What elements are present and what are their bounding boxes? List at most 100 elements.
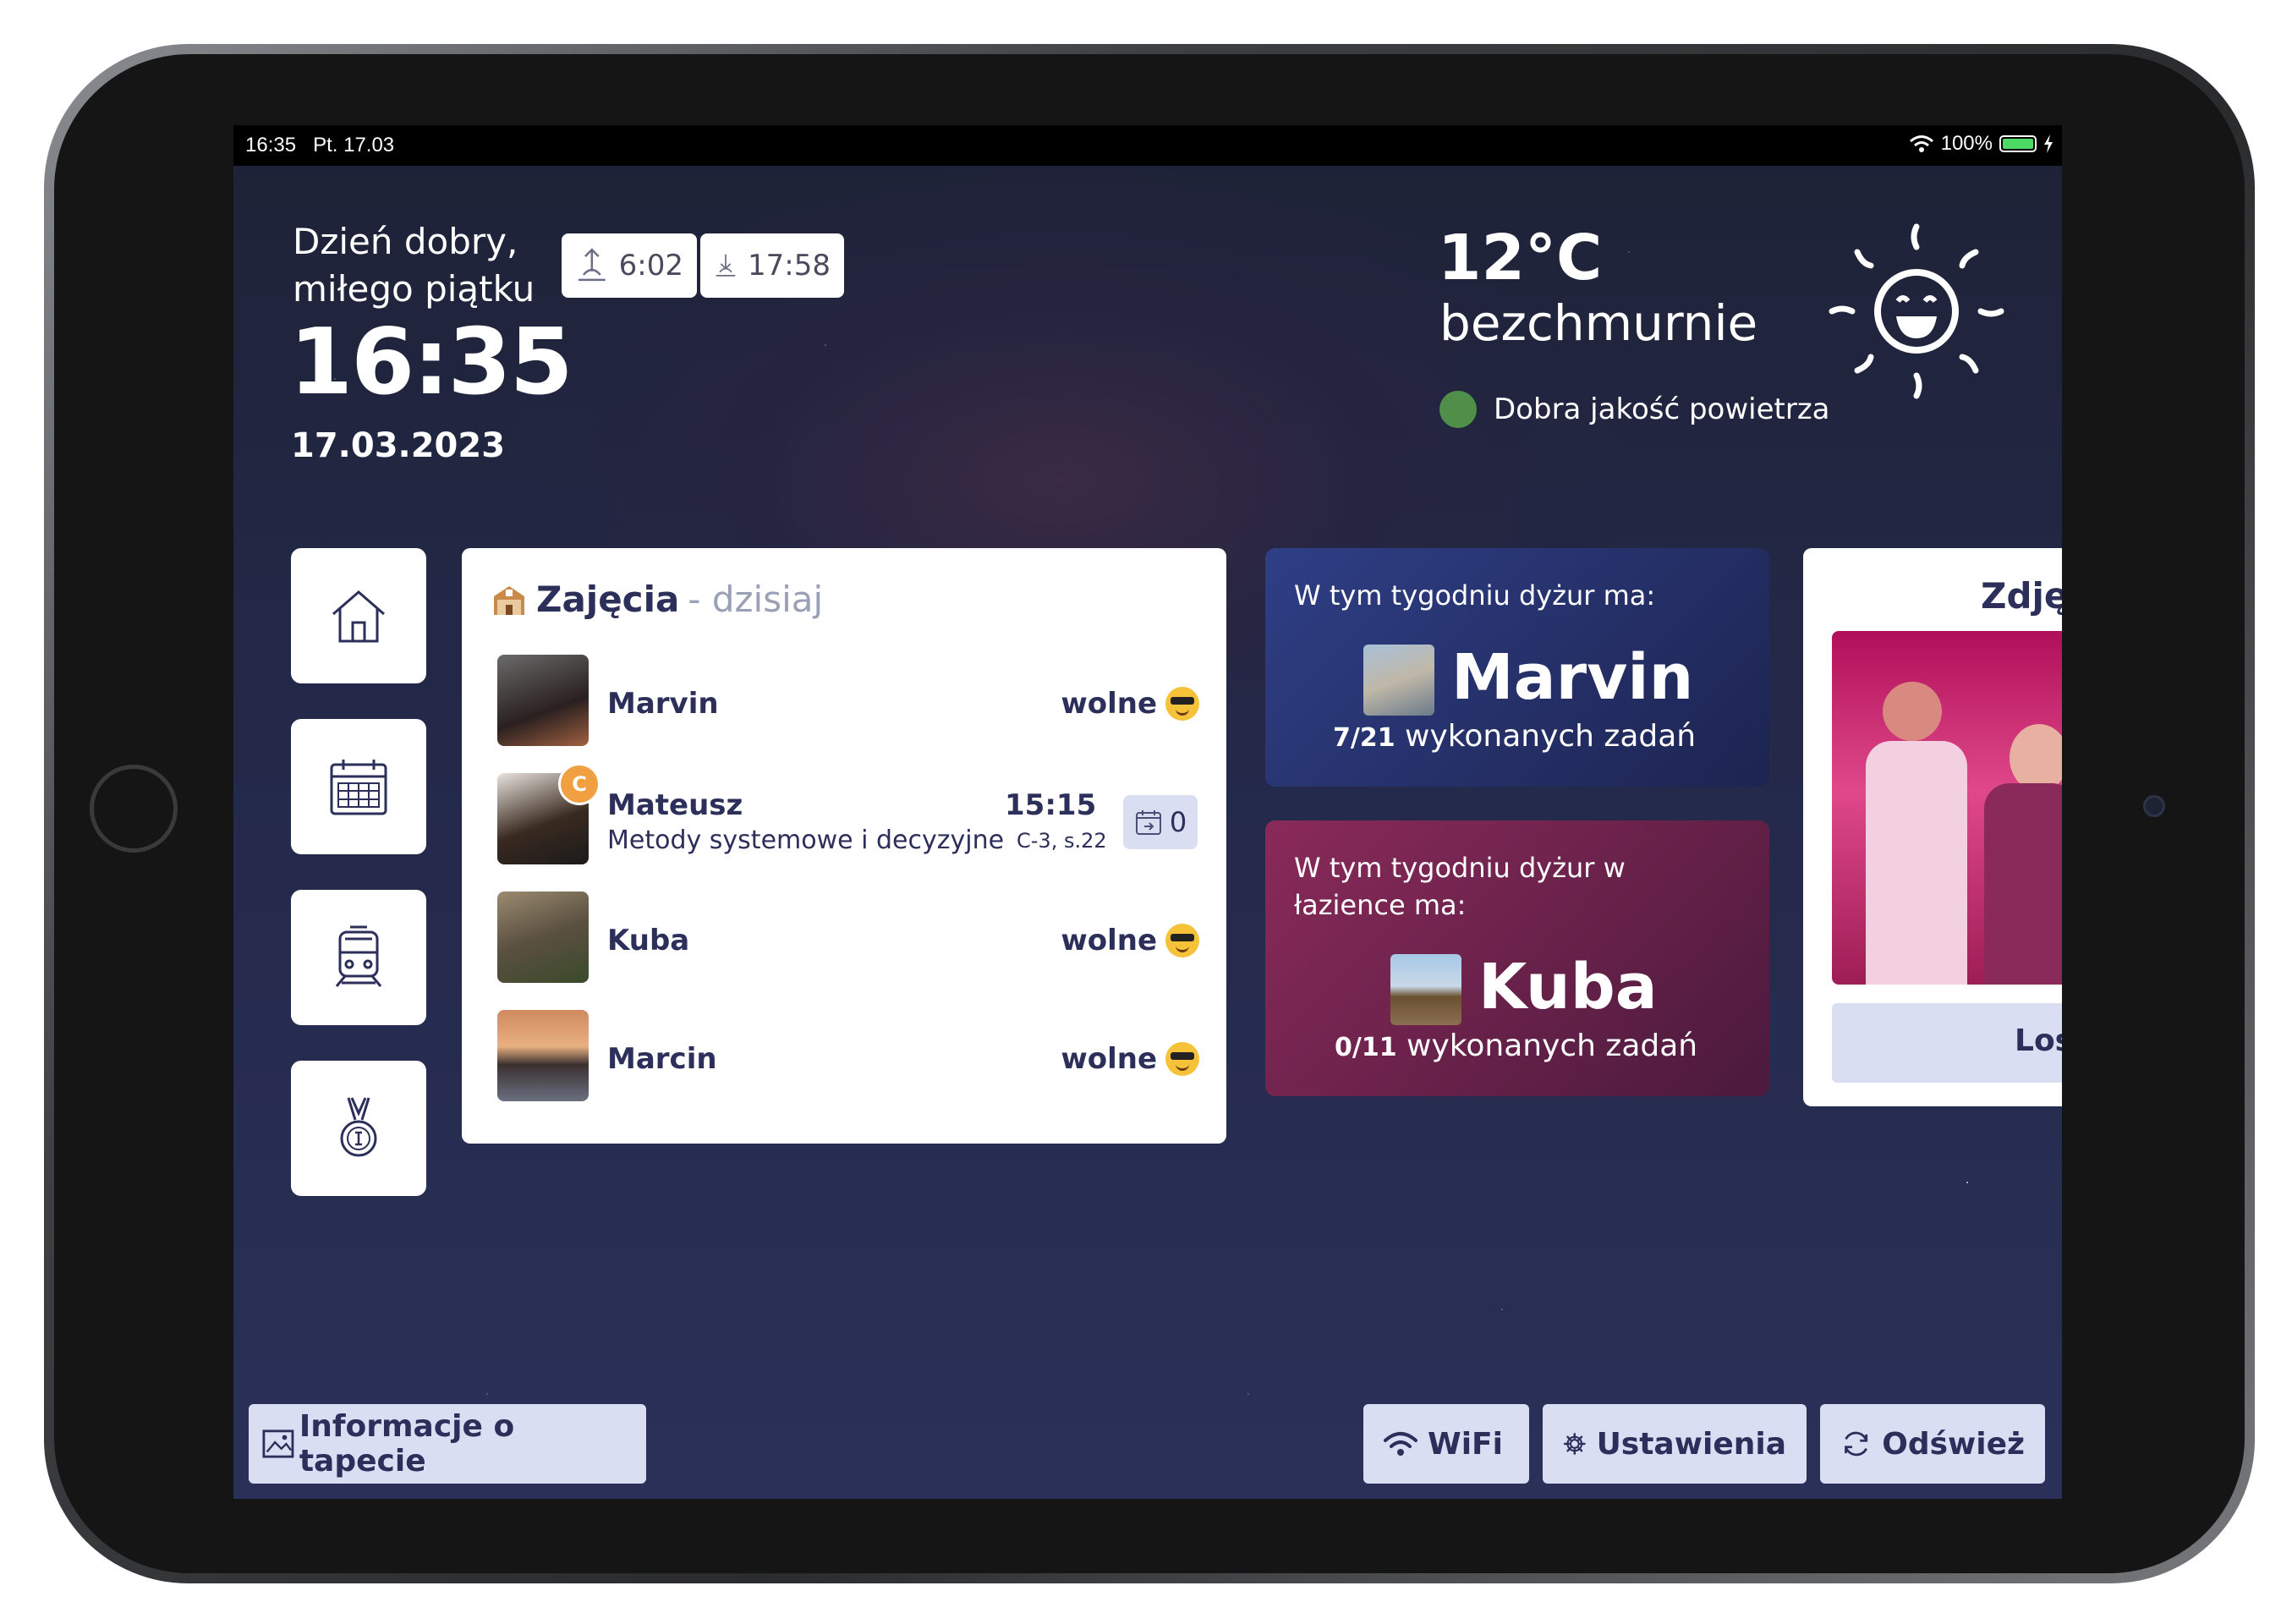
front-camera — [2143, 795, 2165, 817]
person-name: Marcin — [607, 1042, 717, 1076]
wallpaper-info-label: Informacje o tapecie — [299, 1409, 515, 1479]
avatar — [497, 1010, 589, 1101]
bathroom-duty-card[interactable]: W tym tygodniu dyżur w łazience ma: Kuba… — [1265, 820, 1769, 1096]
charging-icon — [2044, 134, 2053, 153]
person-name: Marvin — [607, 687, 719, 721]
avatar — [497, 655, 589, 746]
weekly-duty-progress: 7/21 wykonanych zadań — [1333, 719, 1696, 754]
bathroom-duty-name: Kuba — [1478, 951, 1658, 1023]
sunrise-icon — [578, 248, 606, 282]
free-status: wolne — [1061, 687, 1199, 721]
image-icon — [262, 1429, 294, 1458]
photo-card-title: Zdję — [1981, 575, 2062, 617]
class-time: 15:15 — [1005, 788, 1097, 822]
air-quality: Dobra jakość powietrza — [1439, 391, 1830, 428]
refresh-icon — [1845, 1431, 1868, 1457]
bathroom-duty-suffix: wykonanych zadań — [1406, 1029, 1698, 1063]
settings-button[interactable]: Ustawienia — [1543, 1404, 1807, 1484]
weather-condition: bezchmurnie — [1439, 294, 1758, 352]
weekly-duty-name: Marvin — [1451, 641, 1694, 714]
home-icon — [332, 590, 385, 643]
school-icon — [494, 585, 524, 615]
task-count: 0 — [1169, 806, 1187, 838]
greeting: Dzień dobry, miłego piątku — [293, 218, 535, 313]
settings-label: Ustawienia — [1596, 1426, 1786, 1462]
free-status: wolne — [1061, 1042, 1199, 1076]
status-right: 100% — [1909, 132, 2053, 156]
free-status-label: wolne — [1061, 924, 1157, 957]
weekly-duty-done: 7/21 — [1333, 723, 1395, 753]
calendar-icon — [330, 760, 387, 815]
nav-medal-button[interactable] — [291, 1061, 426, 1196]
bathroom-duty-label-line-1: W tym tygodniu dyżur w — [1294, 852, 1626, 884]
sunglasses-emoji-icon — [1165, 924, 1199, 957]
person-name: Kuba — [607, 924, 690, 957]
wifi-icon — [1384, 1432, 1417, 1456]
refresh-label: Odśwież — [1882, 1426, 2025, 1462]
battery-icon — [1999, 135, 2037, 152]
nav-home-button[interactable] — [291, 548, 426, 683]
task-count-button[interactable]: 0 — [1123, 795, 1198, 849]
classes-card: Zajęcia - dzisiaj Marvin wolne C Mateusz… — [462, 548, 1226, 1144]
classes-subtitle: - dzisiaj — [688, 579, 824, 620]
wifi-label: WiFi — [1428, 1426, 1503, 1462]
greeting-line-1: Dzień dobry, — [293, 221, 518, 262]
air-quality-indicator — [1439, 391, 1477, 428]
bathroom-duty-label-line-2: łazience ma: — [1294, 889, 1467, 921]
calendar-task-icon — [1135, 810, 1161, 835]
wifi-icon — [1909, 135, 1933, 152]
classes-title-text: Zajęcia — [536, 579, 680, 620]
random-photo-button[interactable]: Los — [1832, 1003, 2062, 1083]
status-day: Pt. 17.03 — [313, 134, 395, 156]
medal-icon — [340, 1097, 377, 1157]
random-photo-button-label: Los — [2015, 1023, 2062, 1058]
weather-temperature: 12°C — [1438, 222, 1603, 294]
list-item[interactable]: Marvin wolne — [497, 655, 1199, 746]
avatar — [497, 892, 589, 983]
hardware-home-button[interactable] — [90, 765, 178, 853]
sunset-icon — [716, 254, 736, 277]
list-item[interactable]: Kuba wolne — [497, 892, 1199, 983]
status-badge: C — [558, 763, 600, 805]
free-status-label: wolne — [1061, 1042, 1157, 1076]
weekly-duty-card[interactable]: W tym tygodniu dyżur ma: Marvin 7/21 wyk… — [1265, 548, 1769, 787]
course-name: Metody systemowe i decyzyjne — [607, 826, 1005, 855]
sunglasses-emoji-icon — [1165, 1042, 1199, 1076]
sunglasses-emoji-icon — [1165, 687, 1199, 721]
list-item[interactable]: C Mateusz Metody systemowe i decyzyjne 1… — [497, 763, 1199, 864]
clock-time: 16:35 — [289, 310, 573, 415]
class-room: C-3, s.22 — [1017, 829, 1107, 853]
avatar — [1390, 954, 1461, 1025]
sun-icon — [1829, 223, 2004, 399]
sunset-time: 17:58 — [748, 249, 831, 283]
gear-icon — [1563, 1433, 1586, 1455]
train-icon — [335, 925, 382, 987]
weekly-duty-label: W tym tygodniu dyżur ma: — [1294, 579, 1656, 612]
nav-train-button[interactable] — [291, 890, 426, 1025]
wifi-button[interactable]: WiFi — [1363, 1404, 1529, 1484]
air-quality-label: Dobra jakość powietrza — [1494, 392, 1830, 426]
status-time: 16:35 — [245, 134, 297, 156]
person-name: Mateusz — [607, 788, 743, 822]
classes-title: Zajęcia - dzisiaj — [491, 579, 823, 620]
clock-date: 17.03.2023 — [291, 426, 506, 465]
battery-percent: 100% — [1940, 132, 1993, 155]
nav-calendar-button[interactable] — [291, 719, 426, 854]
free-status: wolne — [1061, 924, 1199, 957]
refresh-button[interactable]: Odśwież — [1820, 1404, 2045, 1484]
avatar — [1363, 645, 1434, 716]
bathroom-duty-progress: 0/11 wykonanych zadań — [1335, 1029, 1697, 1063]
status-time-day: 16:35 Pt. 17.03 — [245, 134, 394, 157]
sunrise-time: 6:02 — [618, 249, 683, 283]
greeting-line-2: miłego piątku — [293, 268, 535, 310]
screen: 16:35 Pt. 17.03 100% Dzień dobry, miłego… — [233, 125, 2062, 1499]
wallpaper-info-button[interactable]: Informacje o tapecie — [249, 1404, 646, 1484]
photo-card: Zdję Los — [1803, 548, 2062, 1106]
list-item[interactable]: Marcin wolne — [497, 1010, 1199, 1101]
sunset-box: 17:58 — [700, 233, 844, 298]
free-status-label: wolne — [1061, 687, 1157, 721]
bathroom-duty-done: 0/11 — [1335, 1033, 1397, 1062]
sunrise-box: 6:02 — [562, 233, 697, 298]
status-bar: 16:35 Pt. 17.03 100% — [233, 125, 2062, 166]
random-photo[interactable] — [1832, 631, 2062, 985]
